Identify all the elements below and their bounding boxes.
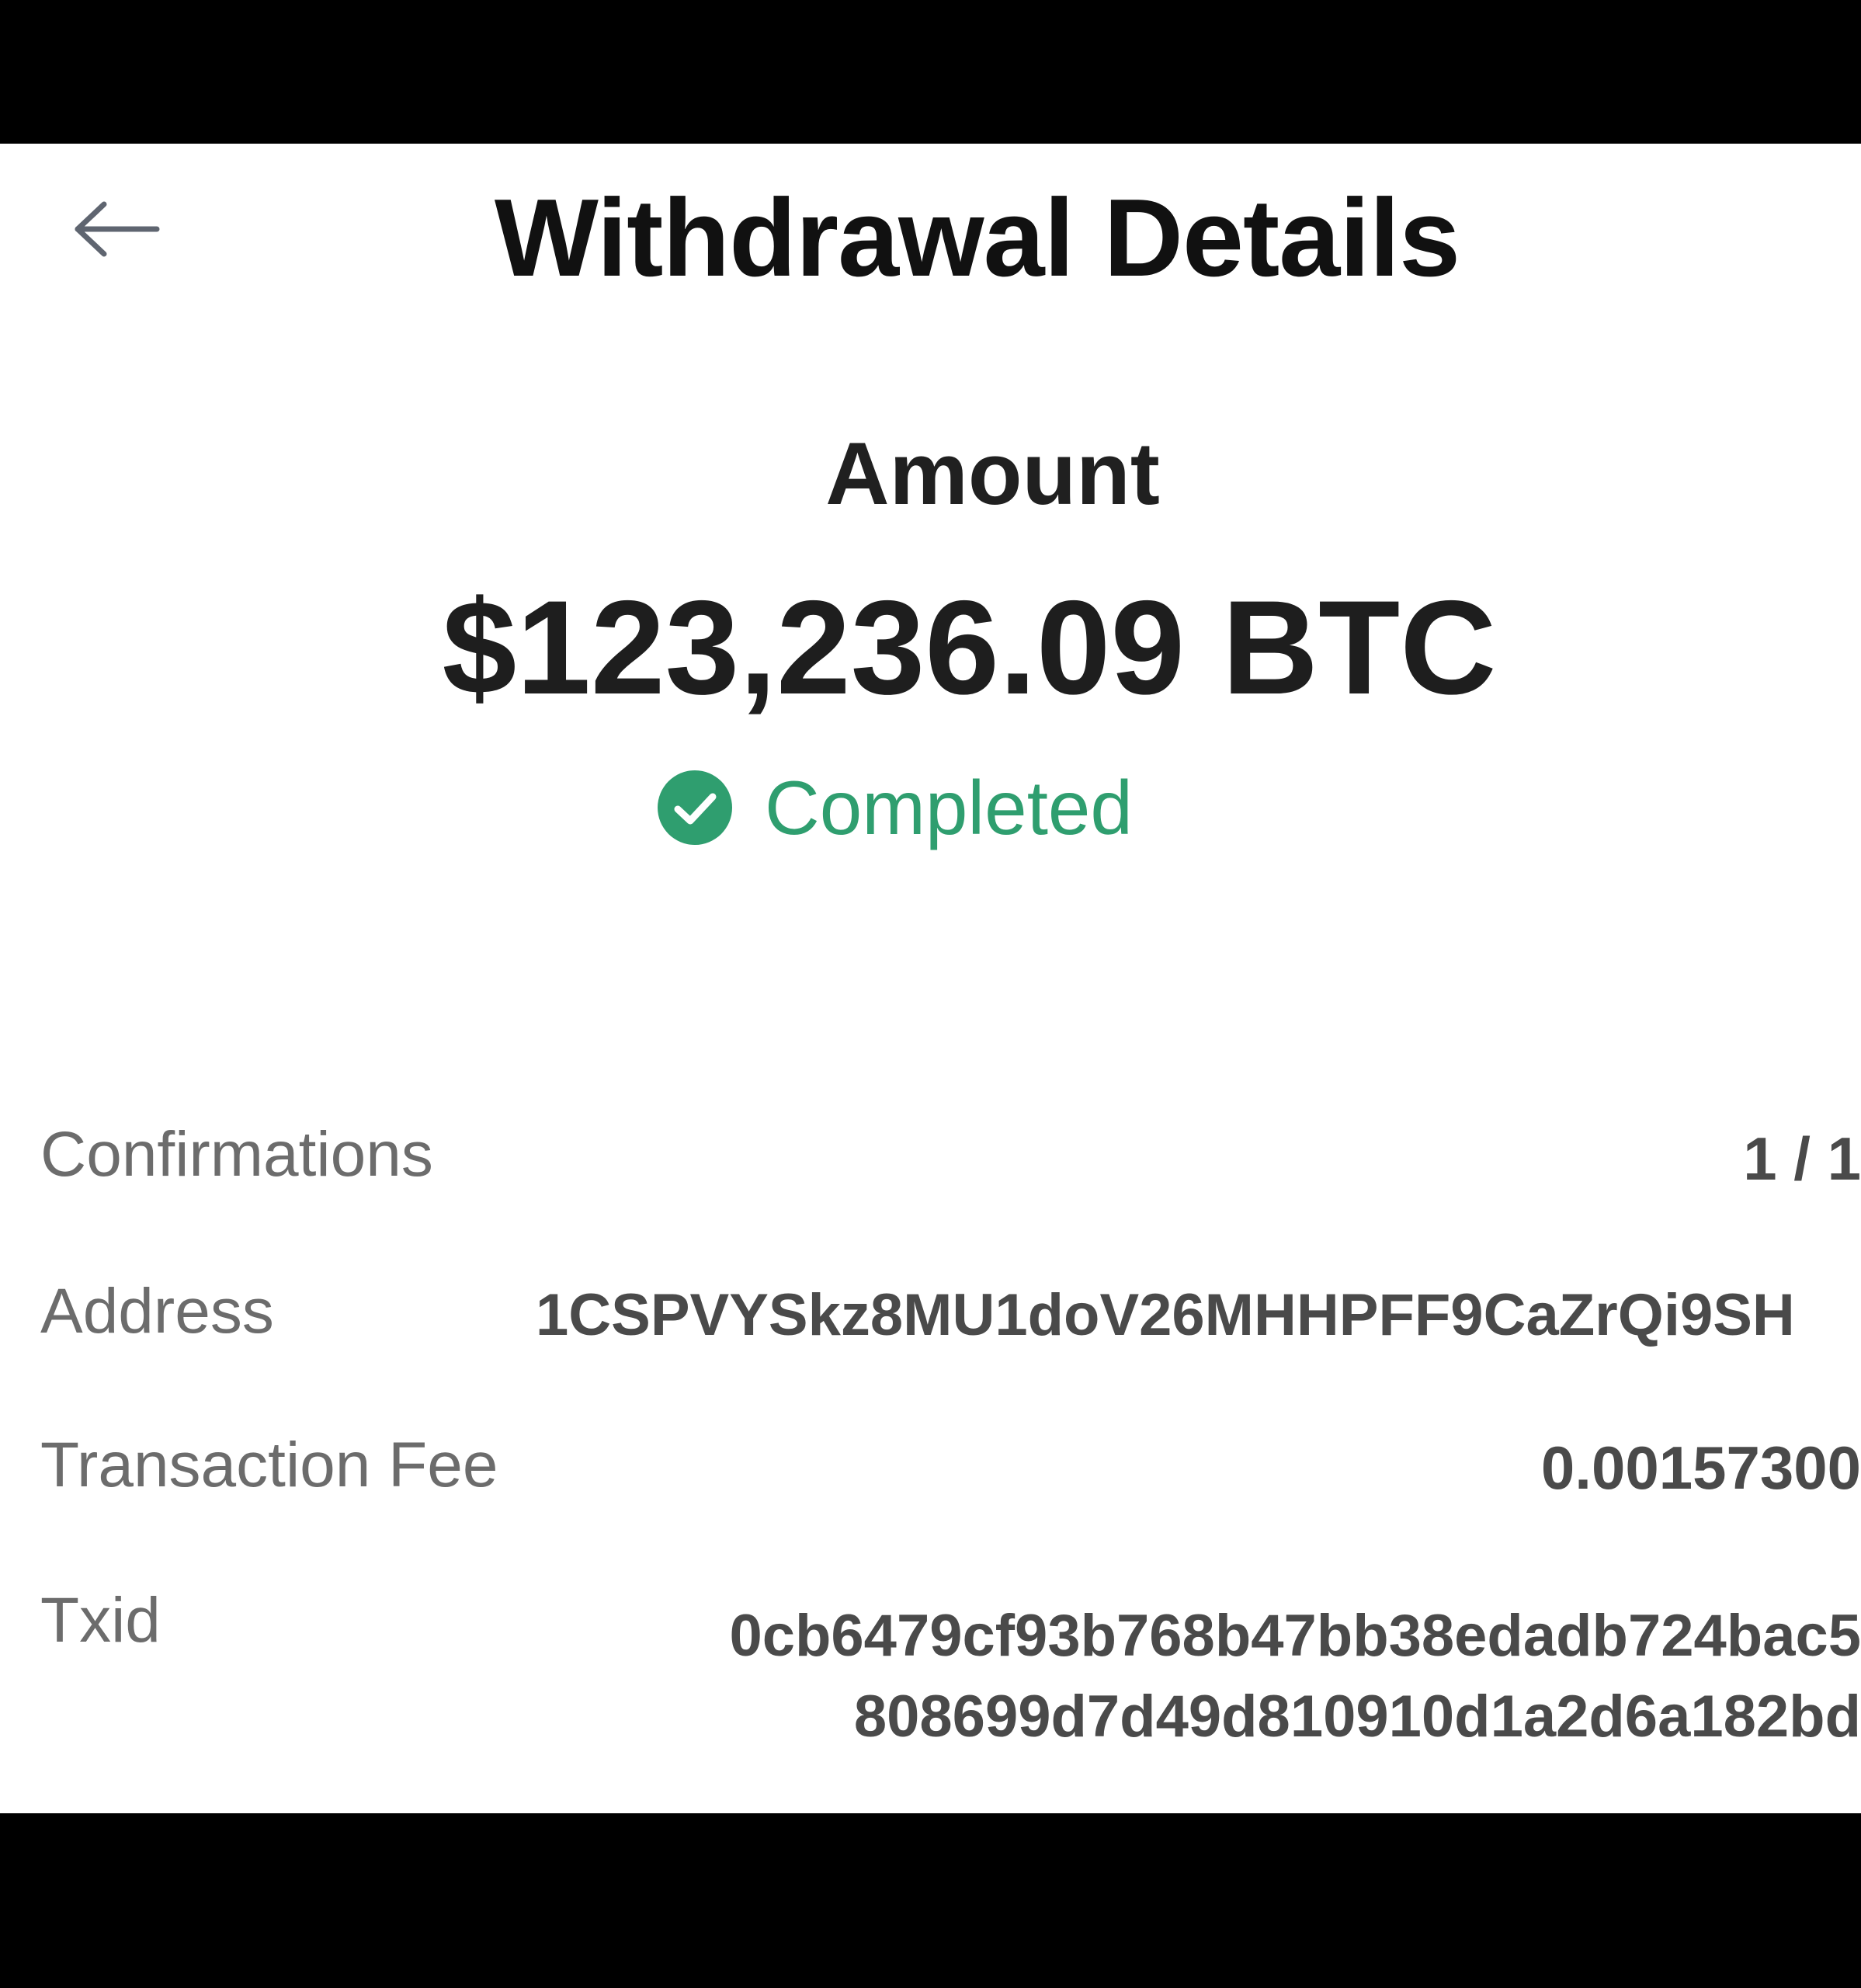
screen: Withdrawal Details Amount $123,236.09 BT… bbox=[0, 0, 1861, 1988]
amount-value: $123,236.09 BTC bbox=[442, 573, 1497, 722]
page-title: Withdrawal Details bbox=[494, 176, 1460, 300]
txid-value[interactable]: 0cb6479cf93b768b47bb38edadb724bac5 80869… bbox=[729, 1596, 1861, 1757]
amount-label: Amount bbox=[825, 425, 1160, 523]
address-value[interactable]: 1CSPVYSkz8MU1doV26MHHPFF9CaZrQi9SH bbox=[536, 1281, 1795, 1349]
transaction-fee-label: Transaction Fee bbox=[40, 1430, 498, 1500]
status-text: Completed bbox=[765, 764, 1133, 850]
txid-label: Txid bbox=[40, 1585, 161, 1656]
check-circle-icon bbox=[656, 769, 734, 846]
transaction-fee-value: 0.00157300 bbox=[1540, 1434, 1861, 1502]
top-black-bar bbox=[0, 0, 1861, 144]
status-badge: Completed bbox=[656, 753, 1133, 862]
address-label: Address bbox=[40, 1276, 274, 1347]
bottom-black-bar bbox=[0, 1813, 1861, 1988]
confirmations-value: 1 / 1 bbox=[1743, 1124, 1861, 1193]
confirmations-label: Confirmations bbox=[40, 1119, 433, 1190]
txid-line-1: 0cb6479cf93b768b47bb38edadb724bac5 bbox=[729, 1603, 1861, 1669]
withdrawal-details-panel: Withdrawal Details Amount $123,236.09 BT… bbox=[0, 144, 1861, 1813]
txid-line-2: 808699d7d49d810910d1a2d6a182bd bbox=[853, 1684, 1861, 1750]
